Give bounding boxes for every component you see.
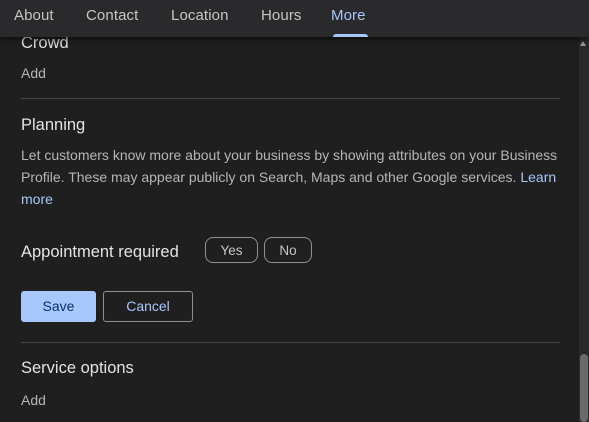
planning-description-text: Let customers know more about your busin… [21, 147, 558, 185]
tab-bar: About Contact Location Hours More [0, 0, 589, 37]
active-tab-indicator [333, 34, 368, 37]
appointment-required-label: Appointment required [21, 243, 179, 261]
edit-profile-window: About Contact Location Hours More Crowd … [0, 0, 589, 422]
no-chip[interactable]: No [264, 237, 312, 263]
yes-chip[interactable]: Yes [205, 237, 258, 263]
save-button[interactable]: Save [21, 291, 96, 322]
section-divider [21, 98, 560, 99]
section-divider [21, 342, 560, 343]
service-options-add-link[interactable]: Add [21, 392, 46, 408]
crowd-title: Crowd [21, 37, 69, 52]
planning-title: Planning [21, 116, 86, 134]
tab-location[interactable]: Location [171, 7, 229, 24]
service-options-title: Service options [21, 359, 134, 377]
planning-description: Let customers know more about your busin… [21, 144, 566, 210]
tab-about[interactable]: About [14, 7, 54, 24]
cancel-button[interactable]: Cancel [103, 291, 193, 322]
content-panel: Crowd Add Planning Let customers know mo… [0, 37, 579, 422]
tab-contact[interactable]: Contact [86, 7, 138, 24]
scrollbar[interactable] [579, 37, 589, 422]
scrollbar-thumb[interactable] [580, 354, 588, 422]
scroll-up-arrow-icon[interactable] [580, 41, 586, 46]
tab-more[interactable]: More [331, 7, 366, 24]
crowd-add-link[interactable]: Add [21, 65, 46, 81]
tab-hours[interactable]: Hours [261, 7, 302, 24]
